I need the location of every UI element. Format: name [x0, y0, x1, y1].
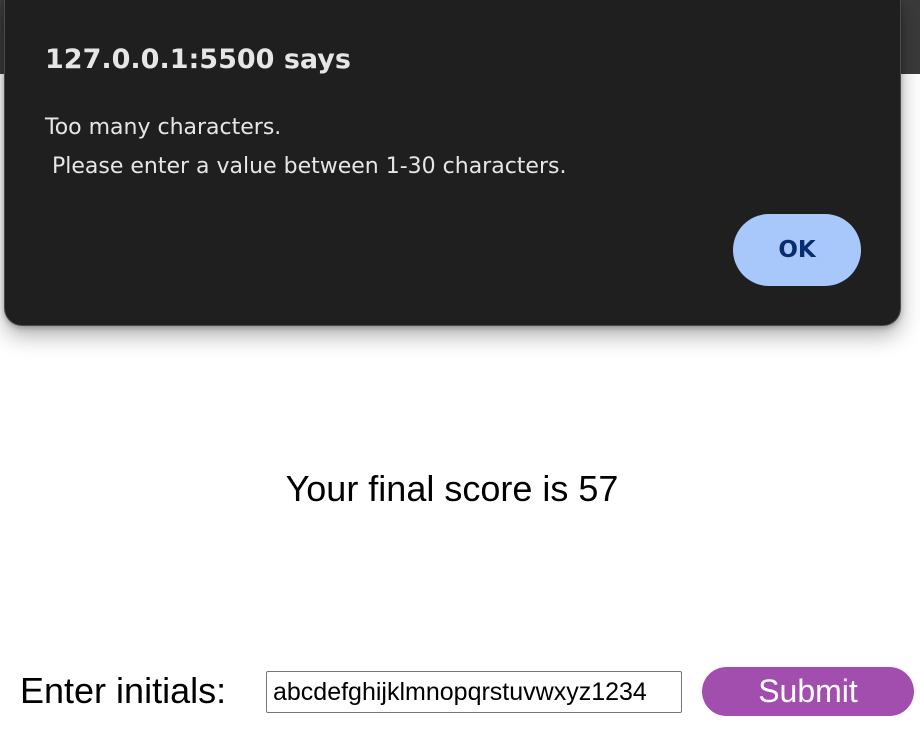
- page: Your final score is 57 Enter initials: S…: [0, 0, 920, 752]
- alert-message: Too many characters. Please enter a valu…: [45, 115, 567, 179]
- ok-button[interactable]: OK: [733, 214, 861, 286]
- submit-button[interactable]: Submit: [702, 667, 914, 716]
- alert-dialog: 127.0.0.1:5500 says Too many characters.…: [4, 0, 901, 326]
- final-score-text: Your final score is 57: [285, 468, 619, 509]
- initials-input[interactable]: [266, 671, 682, 713]
- initials-label: Enter initials:: [20, 670, 227, 711]
- alert-title: 127.0.0.1:5500 says: [45, 44, 351, 75]
